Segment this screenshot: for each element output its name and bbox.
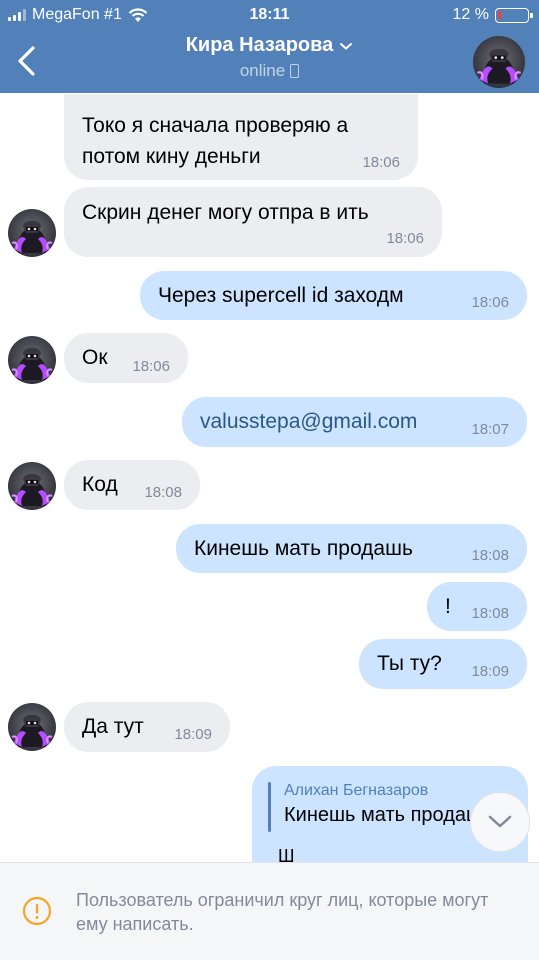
battery-percent: 12 % [452,6,489,23]
email-link[interactable]: valusstepa@gmail.com [200,406,417,437]
battery-fill [498,10,501,19]
sender-avatar[interactable] [8,209,56,257]
restriction-banner: Пользователь ограничил круг лиц, которые… [0,862,539,960]
message-bubble-outgoing[interactable]: Через supercell id заходм 18:06 [140,271,527,320]
message-time: 18:09 [471,663,509,680]
message-text: ! [445,595,451,618]
sender-avatar[interactable] [8,462,56,510]
message-text: Ты ту? [377,652,442,675]
message-time: 18:06 [132,358,170,375]
mobile-phone-icon [290,64,300,78]
message-bubble-incoming[interactable]: Код 18:08 [64,460,200,510]
status-right: 12 % [452,6,533,24]
message-bubble-outgoing[interactable]: Кинешь мать продашь 18:08 [176,524,527,573]
message-time: 18:06 [386,230,424,247]
sender-avatar[interactable] [8,703,56,751]
message-time: 18:06 [471,294,509,311]
message-time: 18:07 [471,421,509,438]
header-avatar[interactable] [473,36,525,88]
message-bubble-incoming[interactable]: Да тут 18:09 [64,702,230,752]
message-time: 18:06 [362,154,400,171]
chat-title-block[interactable]: Кира Назарова online [0,34,539,81]
chevron-down-icon [488,815,512,828]
message-text: Ок [82,346,108,369]
message-bubble-outgoing[interactable]: ! 18:08 [427,582,527,631]
message-text: Код [82,473,118,496]
quote-bar [268,782,271,832]
message-time: 18:08 [471,605,509,622]
message-bubble-incoming[interactable]: Токо я сначала проверяю а потом кину ден… [64,94,418,180]
message-time: 18:08 [471,547,509,564]
message-time: 18:09 [174,726,212,743]
message-text: Скрин денег могу отпра в ить [82,201,369,224]
message-text: Токо я сначала проверяю а потом кину ден… [82,114,349,168]
presence-status: online [239,61,300,81]
message-bubble-incoming[interactable]: Скрин денег могу отпра в ить 18:06 [64,187,442,257]
chat-header: MegaFon #1 18:11 12 % Кира Назарова onli… [0,0,539,93]
status-bar: MegaFon #1 18:11 12 % [0,0,539,30]
battery-icon [495,7,533,23]
warning-icon [22,896,52,926]
contact-name: Кира Назарова [185,34,334,56]
message-text: Кинешь мать продашь [194,537,413,560]
message-bubble-outgoing[interactable]: Ты ту? 18:09 [359,639,527,689]
quote-author[interactable]: Алихан Бегназаров [284,782,428,800]
message-time: 18:08 [144,484,182,501]
avatar-image [473,36,525,88]
message-bubble-outgoing[interactable]: valusstepa@gmail.com 18:07 [182,397,527,447]
restriction-notice: Пользователь ограничил круг лиц, которые… [76,890,489,934]
quote-text: Кинешь мать продашь [284,804,470,826]
sender-avatar[interactable] [8,336,56,384]
message-text: Да тут [82,715,144,738]
chevron-down-icon [340,42,353,50]
message-text: Через supercell id заходм [158,284,404,307]
presence-text: online [239,61,286,80]
message-bubble-incoming[interactable]: Ок 18:06 [64,333,188,383]
contact-title[interactable]: Кира Назарова [186,34,354,57]
scroll-to-bottom-button[interactable] [470,792,530,852]
